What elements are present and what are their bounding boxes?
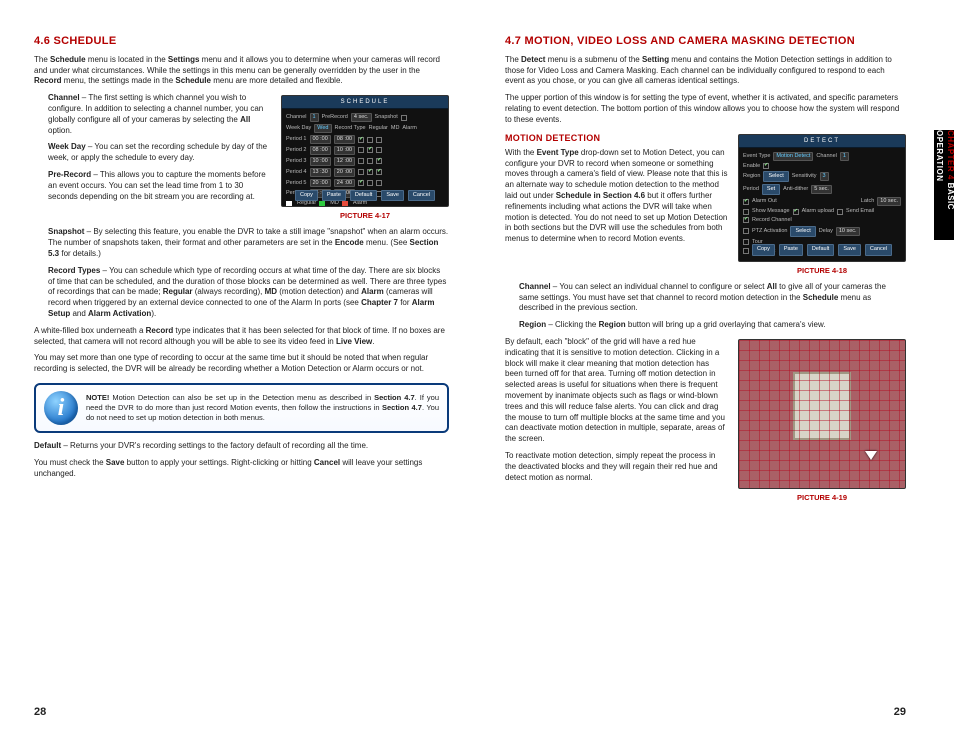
schedule-dialog: SCHEDULE Channel 1 PreRecord 4 sec. Snap… (281, 95, 449, 207)
page-number-29: 29 (894, 705, 906, 720)
grid-overlay-icon (739, 340, 905, 488)
cursor-icon (865, 451, 877, 460)
dialog-title: SCHEDULE (282, 96, 448, 109)
chapter-tab: CHAPTER 4 BASIC OPERATION (934, 130, 954, 240)
region-grid (738, 339, 906, 489)
figure-4-19: PICTURE 4-19 (738, 339, 906, 503)
intro-4-7a: The Detect menu is a submenu of the Sett… (505, 55, 906, 87)
figure-4-17: SCHEDULE Channel 1 PreRecord 4 sec. Snap… (281, 95, 449, 221)
figure-caption-4-18: PICTURE 4-18 (738, 266, 906, 276)
section-heading-4-7: 4.7 Motion, Video Loss and Camera Maskin… (505, 34, 906, 49)
section-heading-4-6: 4.6 Schedule (34, 34, 449, 49)
intro-4-6: The Schedule menu is located in the Sett… (34, 55, 449, 87)
dialog-buttons: Copy Paste Default Save Cancel (282, 190, 448, 201)
info-icon: i (44, 391, 78, 425)
note-text: NOTE! Motion Detection can also be set u… (86, 393, 439, 423)
figure-4-18: DETECT Event TypeMotion DetectChannel1 E… (738, 134, 906, 276)
figure-caption-4-19: PICTURE 4-19 (738, 493, 906, 503)
note-box: i NOTE! Motion Detection can also be set… (34, 383, 449, 433)
after-defs-1: A white-filled box underneath a Record t… (34, 326, 449, 348)
after-defs-2: You may set more than one type of record… (34, 353, 449, 375)
def-channel-r: Channel – You can select an individual c… (519, 282, 906, 314)
page-29: 4.7 Motion, Video Loss and Camera Maskin… (477, 0, 954, 738)
page-28: 4.6 Schedule The Schedule menu is locate… (0, 0, 477, 738)
detect-dialog: DETECT Event TypeMotion DetectChannel1 E… (738, 134, 906, 262)
def-region: Region – Clicking the Region button will… (519, 320, 906, 331)
save-paragraph: You must check the Save button to apply … (34, 458, 449, 480)
figure-caption-4-17: PICTURE 4-17 (281, 211, 449, 221)
default-paragraph: Default – Returns your DVR's recording s… (34, 441, 449, 452)
intro-4-7b: The upper portion of this window is for … (505, 93, 906, 125)
page-number-28: 28 (34, 705, 46, 720)
dialog-title: DETECT (739, 135, 905, 148)
def-snapshot: Snapshot – By selecting this feature, yo… (48, 227, 449, 259)
def-record-types: Record Types – You can schedule which ty… (48, 266, 449, 320)
